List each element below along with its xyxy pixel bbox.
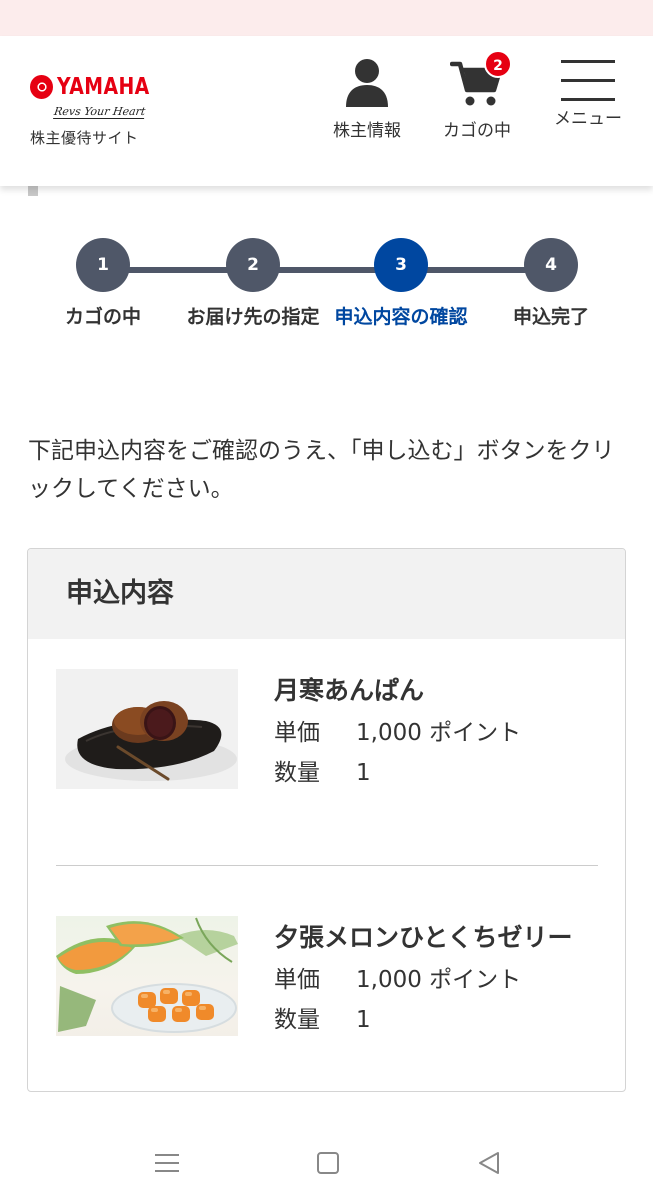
step-4-label: 申込完了: [512, 306, 589, 328]
step-3-label: 申込内容の確認: [334, 306, 468, 328]
item-quantity: 1: [356, 1007, 371, 1033]
instruction-text: 下記申込内容をご確認のうえ、「申し込む」ボタンをクリックしてください。: [28, 438, 615, 502]
item-price: 1,000 ポイント: [356, 967, 522, 993]
step-2-number: 2: [226, 238, 280, 292]
user-icon: [346, 59, 388, 107]
item-price: 1,000 ポイント: [356, 720, 522, 746]
tuning-fork-emblem-icon: [30, 75, 53, 99]
quantity-label: 数量: [274, 1007, 320, 1033]
product-image-anpan: [56, 669, 238, 789]
back-icon[interactable]: [474, 1148, 504, 1178]
item-info: 月寒あんぱん 単価 1,000 ポイント 数量 1: [274, 669, 598, 793]
price-label: 単価: [274, 967, 320, 993]
android-navigation-bar: [0, 1120, 653, 1200]
product-image-melon-jelly: [56, 916, 238, 1036]
back-triangle-icon: [479, 1152, 499, 1174]
item-quantity-row: 数量 1: [274, 753, 598, 793]
step-4-number: 4: [524, 238, 578, 292]
item-price-row: 単価 1,000 ポイント: [274, 713, 598, 753]
nav-cart-label: カゴの中: [443, 121, 511, 141]
nav-shareholder-info-label: 株主情報: [333, 121, 401, 141]
site-header: YAMAHA Revs Your Heart 株主優待サイト 株主情報 2 カゴ…: [0, 36, 653, 186]
order-item: 月寒あんぱん 単価 1,000 ポイント 数量 1: [56, 669, 598, 819]
step-2-label: お届け先の指定: [186, 306, 320, 328]
order-summary-heading: 申込内容: [28, 549, 625, 639]
melon-jelly-picture: [56, 917, 238, 1033]
item-quantity: 1: [356, 760, 371, 786]
nav-cart[interactable]: 2 カゴの中: [430, 50, 524, 143]
order-item: 夕張メロンひとくちゼリー 単価 1,000 ポイント 数量 1: [56, 865, 598, 1036]
logo-mark: YAMAHA: [30, 74, 170, 100]
item-name: 夕張メロンひとくちゼリー: [274, 923, 573, 952]
nav-menu[interactable]: メニュー: [548, 58, 628, 131]
cart-count-badge: 2: [484, 50, 512, 78]
step-4: 4 申込完了: [478, 238, 624, 333]
anpan-picture: [65, 701, 237, 781]
quantity-label: 数量: [274, 760, 320, 786]
item-quantity-row: 数量 1: [274, 1000, 598, 1040]
status-bar-strip: [0, 0, 653, 36]
nav-shareholder-info[interactable]: 株主情報: [322, 58, 412, 143]
step-1: 1 カゴの中: [30, 238, 176, 333]
step-3-number: 3: [374, 238, 428, 292]
home-icon[interactable]: [313, 1148, 343, 1178]
step-3-current: 3 申込内容の確認: [328, 238, 474, 333]
progress-stepper: 1 カゴの中 2 お届け先の指定 3 申込内容の確認 4 申込完了: [30, 238, 622, 368]
nav-menu-label: メニュー: [554, 109, 622, 129]
hamburger-menu-icon: [561, 60, 615, 101]
step-2: 2 お届け先の指定: [180, 238, 326, 333]
order-summary-panel: 申込内容 月寒あんぱん 単価 1,000 ポイント 数量 1 夕張メロンひとくち…: [27, 548, 626, 1092]
step-1-label: カゴの中: [64, 306, 141, 328]
logo-tagline: Revs Your Heart: [53, 105, 147, 119]
item-info: 夕張メロンひとくちゼリー 単価 1,000 ポイント 数量 1: [274, 916, 598, 1040]
site-name: 株主優待サイト: [30, 129, 139, 147]
yamaha-logo[interactable]: YAMAHA Revs Your Heart 株主優待サイト: [30, 74, 170, 148]
recent-apps-icon[interactable]: [152, 1148, 182, 1178]
cart-icon-wrap: 2: [449, 50, 512, 113]
step-1-number: 1: [76, 238, 130, 292]
item-price-row: 単価 1,000 ポイント: [274, 960, 598, 1000]
logo-wordmark: YAMAHA: [57, 74, 150, 100]
item-name: 月寒あんぱん: [274, 676, 425, 705]
price-label: 単価: [274, 720, 320, 746]
